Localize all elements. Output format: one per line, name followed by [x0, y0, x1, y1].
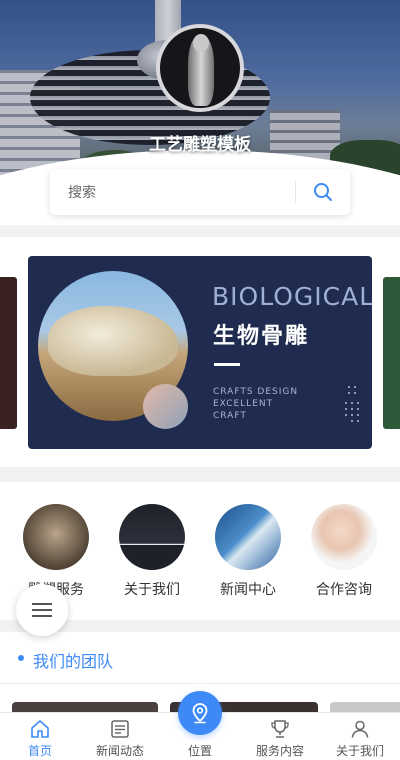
search-bar: [50, 169, 350, 215]
user-icon: [351, 720, 369, 738]
banner-slide[interactable]: BIOLOGICAL 生物骨雕 CRAFTS DESIGN EXCELLENT …: [28, 256, 372, 449]
hero-header: 工艺雕塑模板: [0, 0, 400, 225]
team-section-header: 我们的团队: [0, 632, 400, 684]
banner-subtitle: CRAFTS DESIGN EXCELLENT CRAFT: [213, 387, 299, 421]
search-input[interactable]: [50, 169, 295, 215]
nav-item-about[interactable]: 关于我们: [320, 713, 400, 760]
menu-image-cooperation: [311, 504, 377, 570]
menu-item-cooperation[interactable]: 合作咨询: [304, 504, 384, 599]
banner-divider: [214, 363, 240, 366]
search-icon: [314, 183, 332, 201]
banner-en-title: BIOLOGICAL: [212, 282, 372, 311]
menu-item-sculpture-service[interactable]: 雕塑服务: [16, 504, 96, 599]
bullet-dot-icon: [18, 655, 24, 661]
carousel-next-slide[interactable]: [383, 277, 400, 429]
search-button[interactable]: [296, 169, 350, 215]
banner-cn-title: 生物骨雕: [213, 324, 310, 349]
menu-image-sculpture: [23, 504, 89, 570]
logo-avatar: [156, 24, 244, 112]
menu-image-news: [215, 504, 281, 570]
home-icon: [31, 720, 49, 738]
banner-carousel[interactable]: BIOLOGICAL 生物骨雕 CRAFTS DESIGN EXCELLENT …: [0, 237, 400, 467]
page: 工艺雕塑模板 BIOLOGICAL 生物骨雕 CRAFTS DE: [0, 0, 400, 760]
trophy-icon: [271, 720, 289, 738]
banner-decor-circle: [143, 384, 188, 429]
menu-item-about-us[interactable]: 关于我们: [112, 504, 192, 599]
team-section-title: 我们的团队: [33, 652, 114, 671]
carousel-prev-slide[interactable]: [0, 277, 17, 429]
news-icon: [111, 720, 129, 738]
nav-item-services[interactable]: 服务内容: [240, 713, 320, 760]
menu-image-about: [119, 504, 185, 570]
site-title: 工艺雕塑模板: [149, 135, 251, 155]
nav-item-news[interactable]: 新闻动态: [80, 713, 160, 760]
location-pin-icon: [192, 703, 208, 724]
floating-menu-button[interactable]: [16, 584, 68, 636]
nav-item-home[interactable]: 首页: [0, 713, 80, 760]
banner-vertical-decor: [344, 384, 366, 427]
hamburger-icon: [32, 603, 52, 617]
menu-item-news-center[interactable]: 新闻中心: [208, 504, 288, 599]
location-button[interactable]: [178, 691, 222, 735]
